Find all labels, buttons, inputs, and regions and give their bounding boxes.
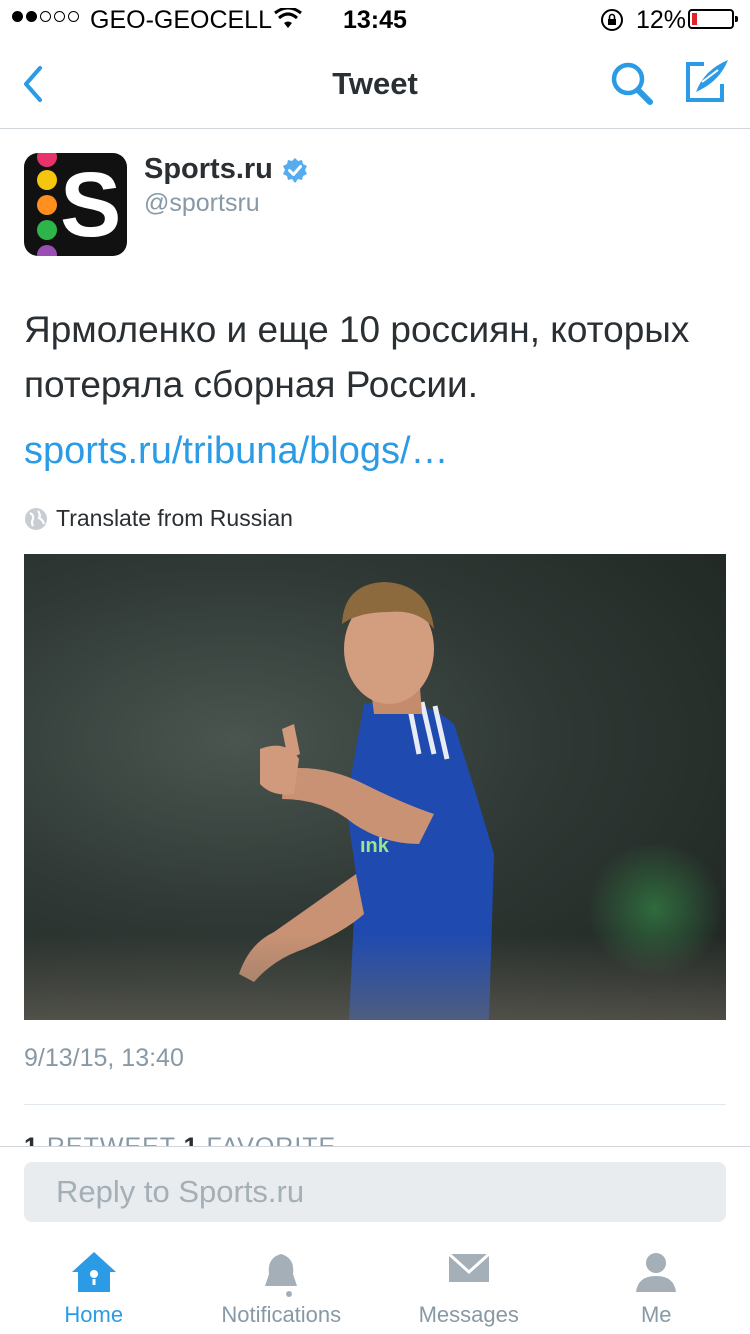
nav-bar: Tweet <box>0 40 750 129</box>
author-name[interactable]: Sports.ru <box>144 153 273 186</box>
tweet-timestamp: 9/13/15, 13:40 <box>24 1044 184 1072</box>
tab-messages-label: Messages <box>418 1302 519 1327</box>
bell-icon <box>265 1254 298 1297</box>
tweet-link[interactable]: sports.ru/tribuna/blogs/… <box>24 430 449 473</box>
globe-icon <box>25 507 47 530</box>
status-bar: GEO-GEOCELL 13:45 12% <box>0 0 750 40</box>
favorite-count: 1 <box>183 1133 199 1147</box>
battery-percent: 12% <box>636 6 687 34</box>
retweet-count: 1 <box>24 1133 39 1147</box>
avatar-letter: S <box>60 154 122 256</box>
tab-notifications[interactable]: Notifications <box>188 1234 376 1334</box>
tab-me-label: Me <box>640 1302 672 1327</box>
carrier-name: GEO-GEOCELL <box>90 6 272 34</box>
compose-icon[interactable] <box>682 56 732 106</box>
translate-label: Translate from Russian <box>56 505 293 531</box>
retweet-label: RETWEET <box>46 1133 176 1147</box>
reply-input[interactable]: Reply to Sports.ru <box>24 1162 726 1222</box>
search-icon[interactable] <box>608 58 656 108</box>
tab-home[interactable]: Home <box>0 1234 188 1334</box>
reply-placeholder: Reply to Sports.ru <box>56 1174 305 1209</box>
translate-button[interactable]: Translate from Russian <box>24 505 293 532</box>
tab-home-label: Home <box>64 1302 124 1327</box>
divider <box>24 1104 726 1105</box>
tab-notifications-label: Notifications <box>221 1302 342 1327</box>
tweet-text: Ярмоленко и еще 10 россиян, которых поте… <box>24 309 690 405</box>
envelope-icon <box>447 1252 490 1282</box>
favorite-label: FAVORITE <box>206 1133 337 1147</box>
tweet-stats[interactable]: 1 RETWEET 1 FAVORITE <box>24 1133 336 1147</box>
clock: 13:45 <box>343 6 407 34</box>
tweet-photo[interactable]: ınk <box>24 554 726 1020</box>
author-handle[interactable]: @sportsru <box>144 189 260 218</box>
verified-badge-icon <box>283 158 307 183</box>
avatar[interactable]: S <box>24 153 127 256</box>
tab-messages[interactable]: Messages <box>375 1234 563 1334</box>
svg-text:ınk: ınk <box>360 835 390 857</box>
rotation-lock-icon <box>601 9 623 31</box>
person-icon <box>636 1253 677 1292</box>
battery-icon <box>688 9 738 29</box>
signal-strength-icon <box>12 11 79 22</box>
tab-me[interactable]: Me <box>563 1234 750 1334</box>
tab-bar: Home Notifications Messages Me <box>0 1234 750 1334</box>
wifi-icon <box>274 8 302 28</box>
home-icon <box>71 1252 116 1292</box>
